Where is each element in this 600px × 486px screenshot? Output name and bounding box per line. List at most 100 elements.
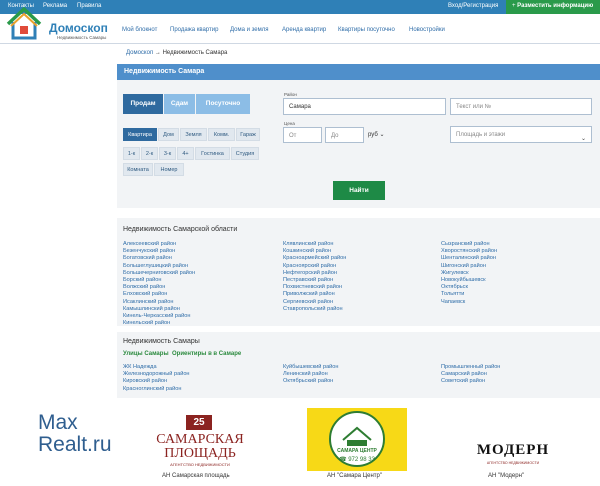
currency-value: руб (368, 132, 378, 138)
list-item[interactable]: Октябрьский район (283, 378, 339, 385)
list-item[interactable]: Чапаевск (441, 299, 497, 306)
rooms-2[interactable]: 2-к (141, 147, 158, 160)
nav-daily-rent[interactable]: Квартиры посуточно (338, 27, 395, 33)
type-land[interactable]: Земля (180, 128, 207, 141)
list-item[interactable]: Кировский район (123, 378, 190, 385)
place-info-label: Разместить информацию (517, 3, 594, 9)
tab-landmarks[interactable]: Ориентиры в в Самаре (172, 351, 241, 357)
city-col-2: Куйбышевский район Ленинский район Октяб… (283, 364, 339, 386)
list-item[interactable]: Сергиевский район (283, 299, 346, 306)
region-title: Недвижимость Самарской области (123, 226, 238, 233)
logo-sub: АГЕНТСТВО НЕДВИЖИМОСТИ (170, 462, 230, 467)
find-button[interactable]: Найти (333, 181, 385, 200)
price-from-input[interactable]: От (283, 127, 322, 143)
list-item[interactable]: Камышлинский район (123, 306, 195, 313)
breadcrumb-home[interactable]: Домоскоп (126, 50, 153, 56)
district-label: Район (284, 92, 297, 97)
logo-title-2: ПЛОЩАДЬ (164, 446, 236, 461)
list-item[interactable]: Красноармейский район (283, 255, 346, 262)
tab-rent[interactable]: Сдам (164, 94, 195, 114)
logo-phone-number: 972 98 33 (348, 457, 375, 463)
rooms-1[interactable]: 1-к (123, 147, 140, 160)
brand-line-2: Realt.ru (38, 433, 112, 456)
list-item[interactable]: Кинельский район (123, 320, 195, 327)
logo-subtitle: Недвижимость Самары (57, 35, 107, 40)
region-col-2: Клявлинский район Кошкинский район Красн… (283, 241, 346, 313)
region-col-1: Алексеевский район Безенчукский район Бо… (123, 241, 195, 327)
phone-icon: ☎ (339, 457, 349, 463)
agency-modern-caption[interactable]: АН "Модерн" (488, 473, 524, 479)
rooms-3[interactable]: 3-к (159, 147, 176, 160)
list-item[interactable]: Богатовский район (123, 255, 195, 262)
list-item[interactable]: Приволжский район (283, 291, 346, 298)
logo-sub: АГЕНТСТВО НЕДВИЖИМОСТИ (486, 461, 540, 465)
place-info-button[interactable]: + Разместить информацию (506, 0, 600, 14)
area-floors-placeholder: Площадь и этажи (456, 132, 506, 138)
chevron-down-icon: ⌄ (580, 136, 586, 142)
list-item[interactable]: Красноглинский район (123, 386, 190, 393)
breadcrumb-current: Недвижимость Самара (162, 50, 228, 56)
tab-daily[interactable]: Посуточно (196, 94, 250, 114)
rooms-4plus[interactable]: 4+ (177, 147, 194, 160)
breadcrumb-separator: → (154, 50, 161, 56)
list-item[interactable]: Шенталинский район (441, 255, 497, 262)
type-apartment[interactable]: Квартира (123, 128, 157, 141)
city-col-1: ЖК Надежда Железнодорожный район Кировск… (123, 364, 190, 393)
list-item[interactable]: Ставропольский район (283, 306, 346, 313)
area-floors-select[interactable]: Площадь и этажи ⌄ (450, 126, 592, 143)
nav-notebook[interactable]: Мой блокнот (122, 27, 157, 33)
agency-samara-centr-caption[interactable]: АН "Самара Центр" (327, 473, 382, 479)
site-logo[interactable]: Домоскоп Недвижимость Самары (4, 4, 114, 44)
city-title: Недвижимость Самары (123, 338, 200, 345)
list-item[interactable]: Тольятти (441, 291, 497, 298)
list-item[interactable]: Нефтегорский район (283, 270, 346, 277)
list-item[interactable]: Большечерниговский район (123, 270, 195, 277)
rooms-room[interactable]: Комната (123, 163, 153, 176)
list-item[interactable]: Красноярский район (283, 263, 346, 270)
list-item[interactable]: Жигулевск (441, 270, 497, 277)
main-nav: Мой блокнот Продажа квартир Дома и земля… (120, 27, 600, 39)
maxrealt-logo[interactable]: Max Realt.ru (38, 412, 112, 456)
brand-line-1: Max (38, 411, 78, 434)
rooms-studio[interactable]: Студия (231, 147, 259, 160)
type-garage[interactable]: Гараж (236, 128, 260, 141)
agency-samara-centr-logo[interactable]: САМАРА ЦЕНТР ☎ 972 98 33 (307, 408, 407, 471)
list-item[interactable]: Исаклинский район (123, 299, 195, 306)
list-item[interactable]: Советский район (441, 378, 500, 385)
logo-name: Домоскоп (49, 21, 108, 35)
search-title: Недвижимость Самара (117, 64, 600, 80)
rooms-gostinka[interactable]: Гостинка (195, 147, 230, 160)
list-item[interactable]: Шигонский район (441, 263, 497, 270)
nav-rent-apartments[interactable]: Аренда квартир (282, 27, 326, 33)
list-item[interactable]: Большеглушицкий район (123, 263, 195, 270)
tab-sell[interactable]: Продам (123, 94, 163, 114)
nav-new-buildings[interactable]: Новостройки (409, 27, 445, 33)
type-commercial[interactable]: Комм. (208, 128, 235, 141)
chevron-down-icon: ⌄ (379, 132, 385, 138)
house-logo-icon (6, 7, 42, 40)
region-col-3: Сызранский район Хворостянский район Шен… (441, 241, 497, 306)
logo-text: МОДЕРН (476, 442, 550, 458)
list-item[interactable]: Елховский район (123, 291, 195, 298)
type-house[interactable]: Дом (158, 128, 179, 141)
price-to-input[interactable]: До (325, 127, 364, 143)
agency-samarskaya-caption[interactable]: АН Самарская площадь (162, 473, 230, 479)
login-link[interactable]: Вход/Регистрация (448, 3, 498, 9)
nav-houses-land[interactable]: Дома и земля (230, 27, 269, 33)
agency-samarskaya-logo[interactable]: 25 САМАРСКАЯ ПЛОЩАДЬ АГЕНТСТВО НЕДВИЖИМО… (150, 415, 250, 469)
nav-divider (0, 43, 600, 44)
list-item[interactable]: Новокуйбышевск (441, 277, 497, 284)
agency-modern-logo[interactable]: МОДЕРН АГЕНТСТВО НЕДВИЖИМОСТИ (464, 442, 562, 468)
list-item[interactable]: Октябрьск (441, 284, 497, 291)
nav-sale-apartments[interactable]: Продажа квартир (170, 27, 218, 33)
logo-text: САМАРА ЦЕНТР (337, 448, 377, 454)
tab-streets[interactable]: Улицы Самары (123, 351, 169, 357)
price-label: Цена (284, 121, 295, 126)
logo-badge: 25 (186, 415, 212, 430)
breadcrumb: Домоскоп → Недвижимость Самара (126, 50, 227, 56)
city-col-3: Промышленный район Самарский район Совет… (441, 364, 500, 386)
district-input[interactable]: Самара (283, 98, 446, 115)
currency-select[interactable]: руб ⌄ (368, 131, 384, 138)
rooms-hotel-room[interactable]: Номер (154, 163, 184, 176)
text-search-input[interactable]: Текст или № (450, 98, 592, 115)
